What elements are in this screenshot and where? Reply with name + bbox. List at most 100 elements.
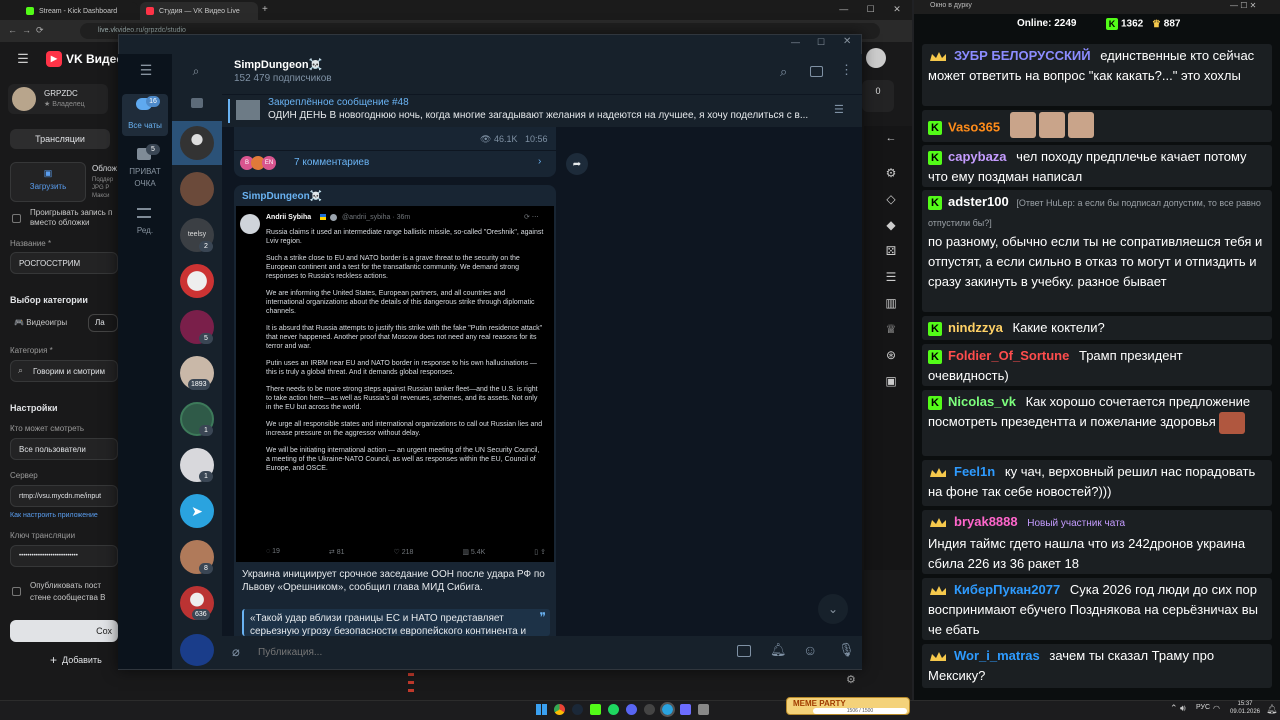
menu-icon[interactable]: ☰ [16,51,30,66]
list-icon[interactable]: ☰ [886,270,897,284]
category-games-option[interactable]: 🎮 Видеоигры [14,318,67,327]
message-input[interactable] [258,644,718,660]
chat-avatar[interactable] [180,634,214,666]
microphone-icon[interactable]: 🎙︎ [838,642,855,658]
spotify-icon[interactable] [608,704,619,715]
scroll-down-button[interactable]: ⌄ [818,594,848,624]
chat-message[interactable]: ЗУБР БЕЛОРУССКИЙ единственные кто сейчас… [922,44,1272,106]
game-icon[interactable]: ⊛ [886,348,896,362]
notification-bell-icon[interactable]: 🔔︎ [1266,704,1277,715]
emoji-icon[interactable]: ☺ [803,642,817,658]
tg-menu-icon[interactable]: ☰ [136,62,156,78]
attach-icon[interactable]: ⌀ [232,644,240,660]
tg-close-icon[interactable]: ✕ [843,36,851,47]
chat-message[interactable]: Kcapybaza чел походу предплечье качает п… [922,145,1272,187]
language-indicator[interactable]: РУС [1196,704,1210,711]
network-icon[interactable]: ◠ [1213,704,1220,713]
chat-message[interactable]: КиберПукан2077 Сука 2026 год люди до сих… [922,578,1272,640]
config-link[interactable]: Как настроить приложение [10,512,118,519]
category-field[interactable]: ⌕ Говорим и смотрим [10,360,118,382]
chat-username[interactable]: capybaza [948,149,1007,164]
name-field[interactable]: РОСГОССТРИМ [10,252,118,274]
app-icon[interactable] [698,704,709,715]
chat-message[interactable]: Feel1n ку чач, верховный решил нас порад… [922,460,1272,506]
user-avatar[interactable] [866,48,886,68]
discord-icon[interactable] [626,704,637,715]
key-field[interactable]: •••••••••••••••••••••••••••• [10,545,118,567]
chat-username[interactable]: Nicolas_vk [948,394,1016,409]
category-live-option[interactable]: Ла [88,314,118,332]
chat-message[interactable]: K Vaso365 [922,110,1272,142]
browser-tab-vk[interactable]: Студия — VK Видео Live [140,2,258,20]
meme-party-widget[interactable]: MEME PARTY 1506 / 1500 [786,697,910,715]
settings-icon[interactable]: ⚙ [886,166,897,180]
windows-start-icon[interactable] [536,704,547,715]
comments-link[interactable]: 7 комментариев [294,157,369,168]
telegram-taskbar-icon[interactable] [660,702,675,717]
tg-maximize-icon[interactable]: ☐ [817,37,825,48]
telegram-icon[interactable]: ➤ [180,494,214,528]
forward-icon[interactable]: → [22,25,31,35]
tg-minimize-icon[interactable]: — [791,37,800,47]
server-field[interactable]: rtmp://vsu.mycdn.me/input [10,485,118,507]
chat-username[interactable]: Feel1n [954,464,995,479]
stats-icon[interactable]: ▥ [885,296,896,310]
sidebar-toggle-icon[interactable] [810,66,823,77]
chat-message[interactable]: Kadster100 [Ответ HuLep: а если бы подпи… [922,190,1272,312]
back-icon[interactable]: ← [8,25,17,35]
upload-button[interactable]: ▣ Загрузить [10,162,86,202]
cover-checkbox[interactable] [12,214,21,223]
chat-message[interactable]: bryak8888 Новый участник чата Индия тайм… [922,510,1272,574]
trophy-icon[interactable]: ♕ [886,322,897,336]
clock[interactable]: 15:37 09.01.2026 [1228,700,1262,716]
browser-tab-kick[interactable]: Stream - Kick Dashboard [20,2,138,20]
collapse-icon[interactable]: ← [878,128,904,148]
vk-logo-text[interactable]: VK Видео [66,52,124,66]
chevron-right-icon[interactable]: › [538,156,541,167]
chat-message[interactable]: K Foldier_Of_Sortune Трамп президент очев… [922,344,1272,386]
archive-icon[interactable] [191,98,203,108]
chrome-icon[interactable] [554,704,565,715]
folder-edit[interactable]: Ред. [122,204,168,238]
kick-app-icon[interactable] [590,704,601,715]
chat-title[interactable]: SimpDungeon☠️ [234,58,322,71]
notifications-icon[interactable]: 🔔︎ [770,642,787,658]
dice-icon[interactable]: ⚄ [886,244,896,258]
folder-private[interactable]: 5 ПРИВАТ ОЧКА [122,142,168,194]
tg-search-icon[interactable]: ⌕ [188,63,204,79]
chat-username[interactable]: КиберПукан2077 [954,582,1060,597]
video-icon[interactable]: ▣ [885,374,896,388]
chat-message[interactable]: Knindzzya Какие коктели? [922,316,1272,340]
chat-avatar[interactable] [180,172,214,206]
steam-icon[interactable] [572,704,583,715]
chat-username[interactable]: bryak8888 [954,514,1018,529]
diamond-icon[interactable]: ◇ [886,192,895,206]
maximize-icon[interactable]: ☐ [867,4,875,15]
tab-streams[interactable]: Трансляции [10,129,110,149]
publish-checkbox[interactable] [12,587,21,596]
more-icon[interactable]: ⋮ [840,62,853,78]
new-tab-icon[interactable]: + [262,4,268,15]
add-button[interactable]: + Добавить [10,650,118,670]
minimize-icon[interactable]: — [839,4,848,15]
chat-avatar[interactable] [180,264,214,298]
reload-icon[interactable]: ⟳ [36,25,44,36]
post-author[interactable]: SimpDungeon☠️ [242,191,322,202]
who-select[interactable]: Все пользователи [10,438,118,460]
chat-avatar[interactable] [180,126,214,160]
folder-all-chats[interactable]: 16 Все чаты [122,94,168,136]
tg-header-search-icon[interactable]: ⌕ [780,64,787,80]
chat-message[interactable]: K Nicolas_vk Как хорошо сочетается предло… [922,390,1272,456]
chat-username[interactable]: Foldier_Of_Sortune [948,348,1069,363]
chat-username[interactable]: ЗУБР БЕЛОРУССКИЙ [954,48,1091,63]
chat-username[interactable]: Wor_i_matras [954,648,1040,663]
chat-username[interactable]: Vaso365 [948,119,1000,134]
calendar-icon[interactable] [737,645,751,657]
chat-username[interactable]: nindzzya [948,320,1003,335]
obs-icon[interactable] [644,704,655,715]
save-button[interactable]: Сох [10,620,118,642]
close-icon[interactable]: ✕ [893,4,901,15]
vk-settings-gear-icon[interactable]: ⚙ [846,673,856,686]
gem-icon[interactable]: ◆ [886,218,895,232]
chat-username[interactable]: adster100 [948,194,1009,209]
